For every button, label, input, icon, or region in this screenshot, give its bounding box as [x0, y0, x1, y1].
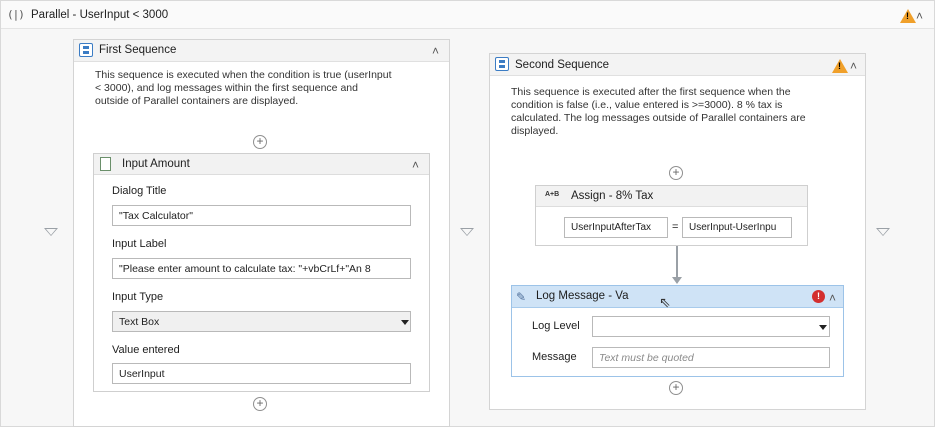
input-amount-header[interactable]: Input Amount ˄	[94, 154, 429, 175]
input-label-field[interactable]: "Please enter amount to calculate tax: "…	[112, 258, 411, 279]
parallel-header[interactable]: (|) Parallel - UserInput < 3000 ! ˄	[1, 1, 934, 29]
assign-value-field[interactable]: UserInput-UserInpu	[682, 217, 792, 238]
double-chevron-up-icon[interactable]: ˄	[432, 45, 439, 57]
first-sequence-header[interactable]: First Sequence ˄	[74, 40, 449, 62]
double-chevron-up-icon[interactable]: ˄	[412, 159, 419, 171]
assign-value: UserInput-UserInpu	[689, 222, 777, 233]
description-line: This sequence is executed after the firs…	[511, 86, 791, 98]
warning-icon[interactable]: !	[900, 9, 916, 23]
plus-circle-icon[interactable]: +	[253, 397, 267, 411]
second-sequence-title: Second Sequence	[515, 59, 609, 71]
assign-title: Assign - 8% Tax	[571, 190, 654, 202]
input-amount-activity[interactable]: Input Amount ˄ Dialog Title "Tax Calcula…	[93, 153, 430, 392]
connector-line	[676, 246, 678, 280]
parallel-container[interactable]: (|) Parallel - UserInput < 3000 ! ˄ Firs…	[0, 0, 935, 427]
second-sequence[interactable]: Second Sequence ! ˄ This sequence is exe…	[489, 53, 866, 410]
chevron-down-icon	[819, 325, 827, 330]
description-line: This sequence is executed when the condi…	[95, 69, 392, 81]
double-chevron-up-icon[interactable]: ˄	[850, 60, 857, 72]
log-message-activity[interactable]: ✎ Log Message - Va ⇖ ! ˄ Log Level Messa…	[511, 285, 844, 377]
value-entered-label: Value entered	[112, 344, 180, 356]
first-sequence[interactable]: First Sequence ˄ This sequence is execut…	[73, 39, 450, 427]
description-line: condition is false (i.e., value entered …	[511, 99, 783, 111]
log-message-icon: ✎	[516, 290, 527, 304]
assign-header[interactable]: A+B Assign - 8% Tax	[536, 186, 807, 207]
first-sequence-description: This sequence is executed when the condi…	[95, 69, 445, 108]
description-line: displayed.	[511, 125, 559, 137]
dialog-title-field[interactable]: "Tax Calculator"	[112, 205, 411, 226]
description-line: calculated. The log messages outside of …	[511, 112, 806, 124]
sequence-icon	[495, 57, 509, 71]
input-type-value: Text Box	[119, 315, 160, 328]
log-message-header[interactable]: ✎ Log Message - Va ⇖ ! ˄	[512, 286, 843, 310]
message-label: Message	[532, 351, 577, 363]
mouse-cursor-icon: ⇖	[659, 294, 671, 310]
triangle-down-icon[interactable]	[876, 228, 890, 236]
value-entered-field[interactable]: UserInput	[112, 363, 411, 384]
dialog-title-value: "Tax Calculator"	[119, 209, 193, 222]
dialog-title-label: Dialog Title	[112, 185, 167, 197]
assign-to-field[interactable]: UserInputAfterTax	[564, 217, 668, 238]
triangle-down-icon[interactable]	[460, 228, 474, 236]
triangle-down-icon[interactable]	[44, 228, 58, 236]
parallel-icon: (|)	[7, 8, 25, 21]
input-label-value: "Please enter amount to calculate tax: "…	[119, 262, 371, 275]
parallel-title: Parallel - UserInput < 3000	[31, 9, 169, 21]
log-level-select[interactable]	[592, 316, 830, 337]
input-type-select[interactable]: Text Box	[112, 311, 411, 332]
description-line: < 3000), and log messages within the fir…	[95, 82, 358, 94]
input-label-label: Input Label	[112, 238, 167, 250]
second-sequence-header[interactable]: Second Sequence ! ˄	[490, 54, 865, 76]
message-placeholder: Text must be quoted	[599, 351, 694, 364]
plus-circle-icon[interactable]: +	[669, 166, 683, 180]
message-field[interactable]: Text must be quoted	[592, 347, 830, 368]
equals-sign: =	[672, 221, 679, 233]
value-entered-value: UserInput	[119, 367, 165, 380]
assign-icon: A+B	[545, 191, 560, 198]
second-sequence-description: This sequence is executed after the firs…	[511, 86, 861, 138]
assign-activity[interactable]: A+B Assign - 8% Tax UserInputAfterTax = …	[535, 185, 808, 246]
double-chevron-up-icon[interactable]: ˄	[829, 292, 836, 304]
plus-circle-icon[interactable]: +	[669, 381, 683, 395]
warning-icon[interactable]: !	[832, 59, 848, 73]
log-message-title[interactable]: Log Message - Va	[536, 290, 628, 302]
plus-circle-icon[interactable]: +	[253, 135, 267, 149]
input-dialog-icon	[100, 157, 111, 171]
assign-to-value: UserInputAfterTax	[571, 222, 652, 233]
sequence-icon	[79, 43, 93, 57]
input-amount-title: Input Amount	[122, 158, 190, 170]
error-icon[interactable]: !	[812, 290, 825, 303]
input-type-label: Input Type	[112, 291, 164, 303]
chevron-down-icon	[401, 320, 409, 325]
arrow-down-icon	[672, 277, 682, 284]
first-sequence-title: First Sequence	[99, 44, 177, 56]
log-level-label: Log Level	[532, 320, 580, 332]
double-chevron-up-icon[interactable]: ˄	[916, 10, 923, 22]
description-line: outside of Parallel containers are displ…	[95, 95, 299, 107]
